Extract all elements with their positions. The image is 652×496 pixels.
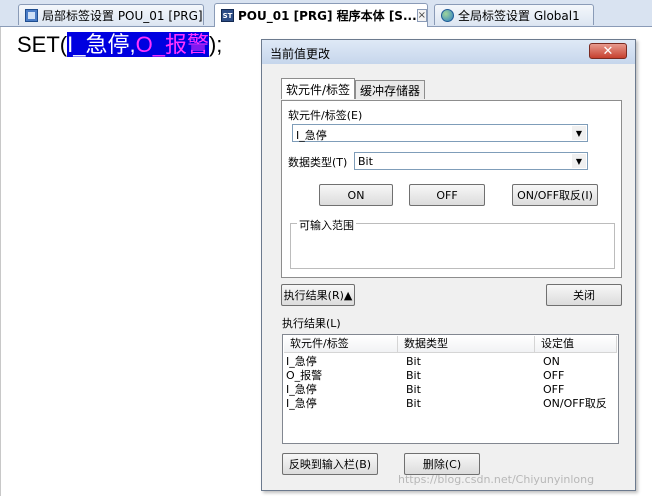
table-row[interactable]: I_急停 Bit ON: [284, 355, 617, 368]
tab-device-label[interactable]: 软元件/标签: [281, 78, 356, 99]
column-header-value[interactable]: 设定值: [535, 336, 617, 352]
selected-arg-output[interactable]: O_报警: [135, 32, 209, 57]
close-icon[interactable]: ×: [416, 9, 427, 22]
cell-value: OFF: [543, 369, 565, 382]
tab-program-body[interactable]: ST POU_01 [PRG] 程序本体 [S... ×: [214, 3, 428, 27]
data-type-value: Bit: [358, 155, 373, 168]
off-button[interactable]: OFF: [409, 184, 485, 206]
execution-result-toggle-button[interactable]: 执行结果(R)▲: [281, 284, 355, 306]
cell-type: Bit: [406, 369, 421, 382]
tab-label: 局部标签设置 POU_01 [PRG]: [42, 8, 203, 23]
cell-value: ON: [543, 355, 560, 368]
column-header-type[interactable]: 数据类型: [398, 336, 535, 352]
column-header-device[interactable]: 软元件/标签: [284, 336, 398, 352]
watermark: https://blog.csdn.net/Chiyunyinlong: [398, 473, 595, 486]
device-combo[interactable]: I_急停 ▼: [292, 124, 588, 142]
table-row[interactable]: I_急停 Bit OFF: [284, 383, 617, 396]
editor-tab-strip: 局部标签设置 POU_01 [PRG] ST POU_01 [PRG] 程序本体…: [0, 0, 652, 27]
toggle-button[interactable]: ON/OFF取反(I): [512, 184, 598, 206]
dialog-title: 当前值更改: [270, 47, 331, 61]
cell-device: I_急停: [286, 355, 317, 368]
cell-type: Bit: [406, 383, 421, 396]
on-button[interactable]: ON: [319, 184, 393, 206]
tab-local-labels[interactable]: 局部标签设置 POU_01 [PRG]: [18, 4, 204, 25]
results-header: 软元件/标签 数据类型 设定值: [284, 336, 617, 353]
chevron-down-icon[interactable]: ▼: [572, 126, 586, 140]
tab-global-labels[interactable]: 全局标签设置 Global1: [434, 4, 594, 25]
global-label-icon: [441, 8, 454, 22]
editor-gutter: [0, 27, 1, 496]
reflect-to-input-button[interactable]: 反映到输入栏(B): [282, 453, 378, 475]
delete-button[interactable]: 删除(C): [404, 453, 480, 475]
close-button[interactable]: 关闭: [546, 284, 622, 306]
local-label-icon: [25, 8, 38, 22]
device-label: 软元件/标签(E): [288, 109, 363, 122]
cell-value: ON/OFF取反: [543, 397, 607, 410]
table-row[interactable]: I_急停 Bit ON/OFF取反: [284, 397, 617, 410]
code-comma: ,: [129, 32, 136, 57]
results-label: 执行结果(L): [282, 317, 341, 330]
dialog-close-button[interactable]: ✕: [589, 43, 627, 59]
cell-type: Bit: [406, 355, 421, 368]
tab-buffer-memory[interactable]: 缓冲存储器: [355, 80, 426, 99]
cell-device: O_报警: [286, 369, 323, 382]
code-keyword: SET(: [17, 32, 68, 57]
input-range-group: 可输入范围: [290, 217, 615, 269]
chevron-down-icon[interactable]: ▼: [572, 154, 586, 168]
code-line[interactable]: SET(I_急停,O_报警);: [17, 32, 222, 58]
tab-label: POU_01 [PRG] 程序本体 [S...: [238, 9, 417, 23]
input-range-label: 可输入范围: [297, 217, 356, 233]
results-list[interactable]: 软元件/标签 数据类型 设定值 I_急停 Bit ON O_报警 Bit OFF…: [282, 334, 619, 444]
code-suffix: );: [208, 32, 223, 57]
data-type-label: 数据类型(T): [288, 156, 348, 169]
selected-arg-input[interactable]: I_急停: [67, 32, 130, 57]
cell-value: OFF: [543, 383, 565, 396]
st-program-icon: ST: [221, 9, 234, 22]
tab-label: 全局标签设置 Global1: [458, 8, 580, 23]
cell-device: I_急停: [286, 397, 317, 410]
modify-value-dialog: 当前值更改 ✕ 软元件/标签 缓冲存储器 软元件/标签(E) I_急停 ▼ 数据…: [261, 39, 636, 491]
device-value: I_急停: [296, 129, 327, 142]
device-tab-panel: 软元件/标签(E) I_急停 ▼ 数据类型(T) Bit ▼ ON OFF ON…: [281, 100, 622, 278]
dialog-titlebar[interactable]: 当前值更改 ✕: [262, 40, 635, 64]
table-row[interactable]: O_报警 Bit OFF: [284, 369, 617, 382]
data-type-combo[interactable]: Bit ▼: [354, 152, 588, 170]
cell-device: I_急停: [286, 383, 317, 396]
dialog-tabs: 软元件/标签 缓冲存储器: [281, 78, 426, 100]
cell-type: Bit: [406, 397, 421, 410]
